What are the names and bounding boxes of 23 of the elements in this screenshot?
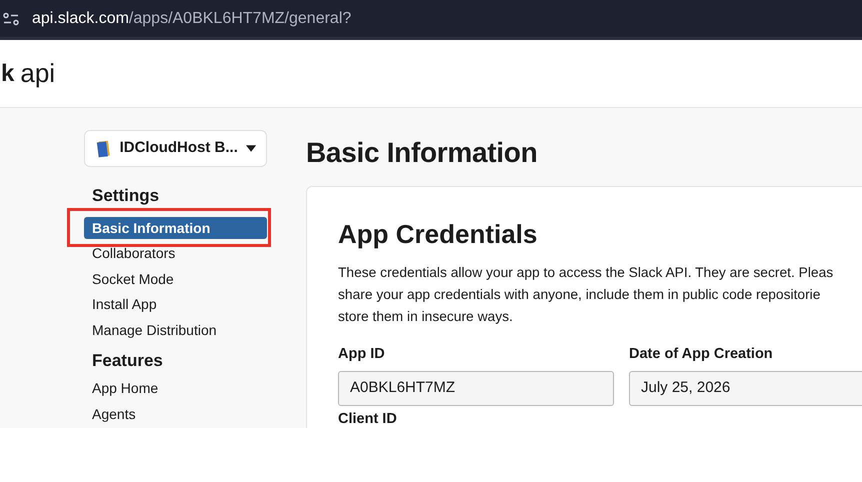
- nav-item[interactable]: Collaborators: [84, 242, 267, 264]
- caret-icon: [246, 145, 256, 152]
- field-label: App ID: [338, 345, 386, 364]
- card-title: App Credentials: [338, 218, 538, 251]
- input-field[interactable]: A0BKL6HT7MZ: [338, 370, 614, 406]
- nav-item[interactable]: App Home: [84, 377, 267, 400]
- section-heading: Settings: [91, 185, 160, 207]
- page-title: Basic Information: [306, 136, 538, 170]
- book-icon: [95, 138, 112, 158]
- field-label: Date of App Creation: [629, 345, 774, 364]
- app-selector[interactable]: IDCloudHost B...: [84, 130, 267, 167]
- logo-mark: k: [1, 58, 14, 88]
- field-label: Client ID: [338, 410, 398, 428]
- nav-item[interactable]: Install App: [84, 293, 267, 316]
- description-text: These credentials allow your app to access the Slack API. They are secret. Pleas share your app credentials with anyone, include them in public code repositorie store them in insecure ways.: [338, 264, 834, 326]
- nav-item[interactable]: Manage Distribution: [84, 318, 267, 341]
- input-field[interactable]: July 25, 2026: [629, 370, 862, 406]
- logo-text: api: [20, 57, 56, 90]
- nav-item[interactable]: Socket Mode: [84, 268, 267, 290]
- nav-item[interactable]: Basic Information: [84, 216, 267, 238]
- nav-item[interactable]: Agents: [84, 402, 267, 425]
- section-heading: Features: [91, 350, 164, 372]
- site-settings-icon[interactable]: [2, 12, 20, 26]
